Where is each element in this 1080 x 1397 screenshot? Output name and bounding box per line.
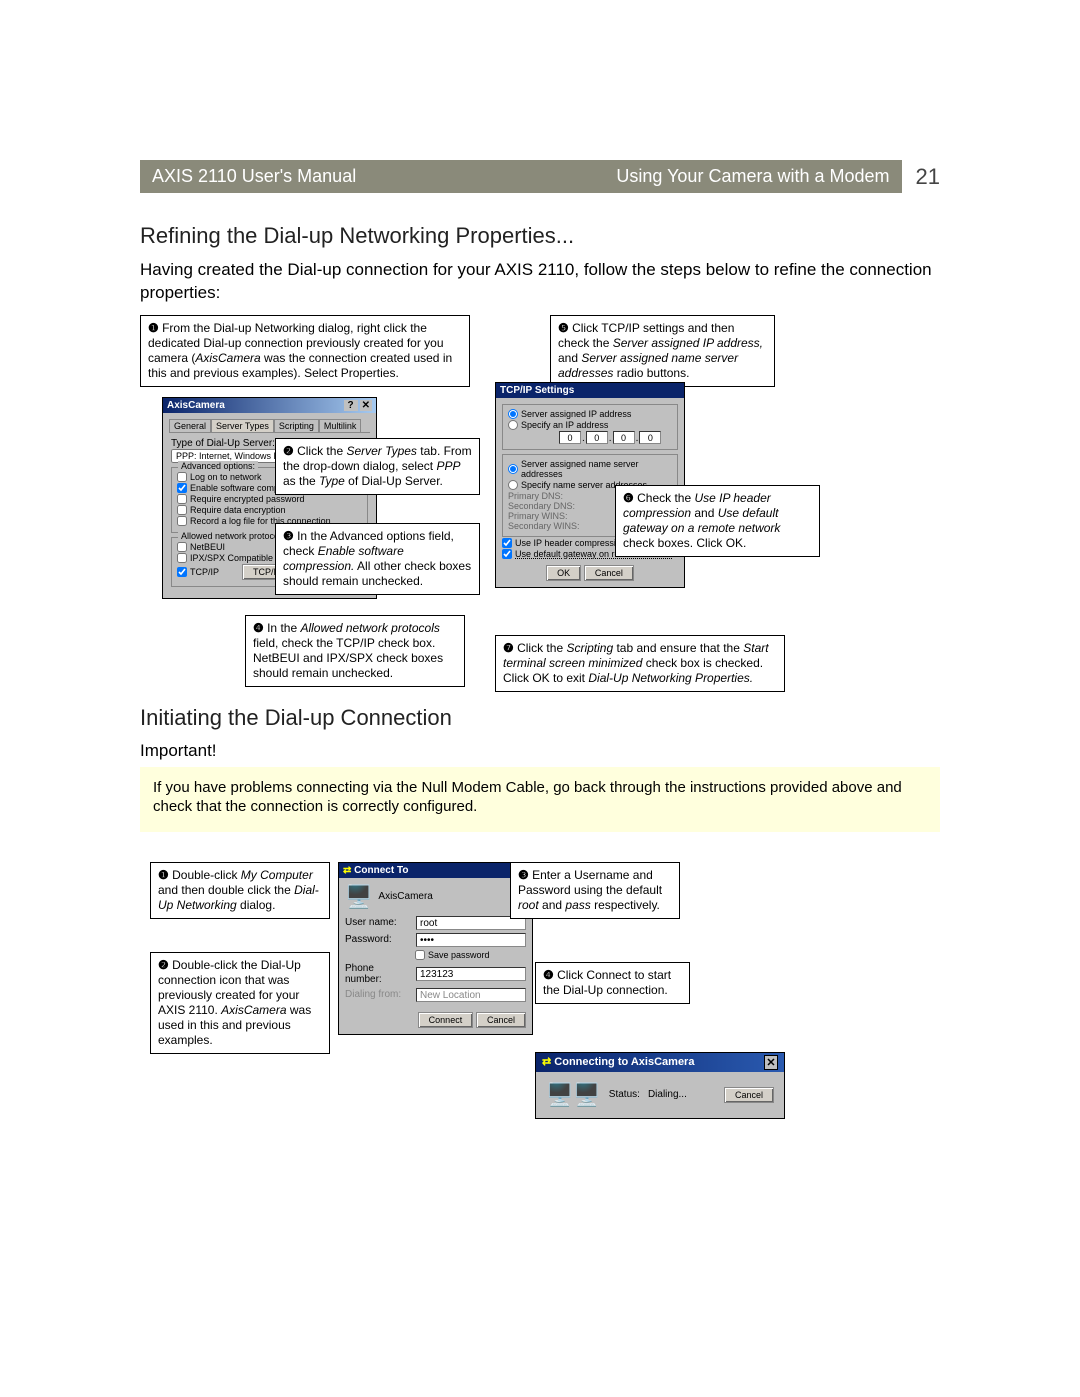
section1-intro: Having created the Dial-up connection fo… (140, 259, 940, 305)
dialog-title: AxisCamera ✕ ? (163, 398, 376, 413)
num-icon: ❻ (623, 491, 634, 505)
page-number: 21 (902, 164, 940, 190)
computers-icon: 🖥️ (345, 884, 372, 910)
chk-save-password[interactable]: Save password (415, 950, 526, 960)
dialfrom-input[interactable]: New Location (416, 988, 526, 1002)
status-value: Dialing... (648, 1089, 687, 1100)
callout-7: ❼ Click the Scripting tab and ensure tha… (495, 635, 785, 692)
group-label: Advanced options: (178, 461, 258, 471)
tab-general[interactable]: General (169, 419, 211, 432)
tab-multilink[interactable]: Multilink (319, 419, 362, 432)
dialog-body: 🖥️ AxisCamera User name:root Password:••… (339, 878, 532, 1034)
password-input[interactable]: •••• (416, 933, 526, 947)
dialup-icon: ⇄ (343, 865, 351, 876)
num-icon: ❹ (253, 621, 264, 635)
callout-4: ❹ In the Allowed network protocols field… (245, 615, 465, 687)
tab-scripting[interactable]: Scripting (274, 419, 319, 432)
status-label: Status: (609, 1089, 640, 1100)
title-text: AxisCamera (167, 400, 225, 411)
important-label: Important! (140, 741, 940, 761)
dialog-connecting-status: ⇄ Connecting to AxisCamera ✕ 🖥️🖥️ Status… (535, 1052, 785, 1119)
callout-3: ❸ In the Advanced options field, check E… (275, 523, 480, 595)
ip-input[interactable]: 0.0.0.0 (558, 431, 672, 444)
page-content: AXIS 2110 User's Manual Using Your Camer… (140, 160, 940, 1162)
cancel-button[interactable]: Cancel (476, 1012, 526, 1028)
cancel-button[interactable]: Cancel (724, 1087, 774, 1103)
group-ip: Server assigned IP address Specify an IP… (502, 404, 678, 450)
num-icon: ❶ (148, 321, 159, 335)
num-icon: ❷ (283, 444, 294, 458)
callout-1: ❶ From the Dial-up Networking dialog, ri… (140, 315, 470, 387)
close-icon[interactable]: ✕ (360, 400, 372, 411)
help-icon[interactable]: ? (344, 400, 358, 411)
callout2-4: ❹ Click Connect to start the Dial-Up con… (535, 962, 690, 1004)
callout-6: ❻ Check the Use IP header compression an… (615, 485, 820, 557)
page-header: AXIS 2110 User's Manual Using Your Camer… (140, 160, 940, 193)
header-right: Using Your Camera with a Modem (445, 160, 902, 193)
callout2-2: ❷ Double-click the Dial-Up connection ic… (150, 952, 330, 1054)
phone-input[interactable]: 123123 (416, 967, 526, 981)
dialog-connect-to: ⇄ Connect To 🖥️ AxisCamera User name:roo… (338, 862, 533, 1035)
connection-name: AxisCamera (378, 891, 432, 902)
important-note: If you have problems connecting via the … (140, 767, 940, 832)
text-italic: AxisCamera (195, 351, 260, 365)
callout-2: ❷ Click the Server Types tab. From the d… (275, 438, 480, 495)
num-icon: ❸ (518, 868, 529, 882)
dialog-title: TCP/IP Settings (496, 383, 684, 398)
chk-require-data-enc[interactable]: Require data encryption (177, 505, 362, 515)
username-label: User name: (345, 917, 410, 928)
ok-button[interactable]: OK (546, 565, 581, 581)
radio-specify-ip[interactable]: Specify an IP address (508, 420, 672, 430)
password-label: Password: (345, 934, 410, 945)
num-icon: ❷ (158, 958, 169, 972)
header-left: AXIS 2110 User's Manual (140, 160, 445, 193)
connect-button[interactable]: Connect (418, 1012, 474, 1028)
section1-title: Refining the Dial-up Networking Properti… (140, 223, 940, 249)
cancel-button[interactable]: Cancel (584, 565, 634, 581)
phone-label: Phone number: (345, 963, 410, 985)
title-text: Connect To (354, 865, 408, 876)
figure-area-1: ❶ From the Dial-up Networking dialog, ri… (140, 315, 960, 685)
chk-require-enc[interactable]: Require encrypted password (177, 494, 362, 504)
dialog-tabs: General Server Types Scripting Multilink (169, 419, 370, 433)
dialog-title: ⇄ Connecting to AxisCamera ✕ (536, 1053, 784, 1072)
dialup-icon: ⇄ (542, 1056, 551, 1068)
num-icon: ❼ (503, 641, 514, 655)
callout2-1: ❶ Double-click My Computer and then doub… (150, 862, 330, 919)
radio-server-ip[interactable]: Server assigned IP address (508, 409, 672, 419)
num-icon: ❹ (543, 968, 554, 982)
tab-server-types[interactable]: Server Types (211, 419, 274, 432)
radio-server-ns[interactable]: Server assigned name server addresses (508, 459, 672, 479)
callout2-3: ❸ Enter a Username and Password using th… (510, 862, 680, 919)
dialfrom-label: Dialing from: (345, 989, 410, 1000)
dialog-title: ⇄ Connect To (339, 863, 532, 878)
dialog-body: 🖥️🖥️ Status: Dialing... Cancel (536, 1072, 784, 1118)
button-row: Connect Cancel (345, 1012, 526, 1028)
figure-area-2: ❶ Double-click My Computer and then doub… (140, 862, 940, 1162)
button-row: OK Cancel (502, 565, 678, 581)
section2-title: Initiating the Dial-up Connection (140, 705, 940, 731)
close-icon[interactable]: ✕ (764, 1055, 778, 1070)
num-icon: ❺ (558, 321, 569, 335)
title-text: Connecting to AxisCamera (554, 1056, 694, 1068)
callout-5: ❺ Click TCP/IP settings and then check t… (550, 315, 775, 387)
num-icon: ❸ (283, 529, 294, 543)
num-icon: ❶ (158, 868, 169, 882)
computers-icon: 🖥️🖥️ (546, 1082, 601, 1108)
